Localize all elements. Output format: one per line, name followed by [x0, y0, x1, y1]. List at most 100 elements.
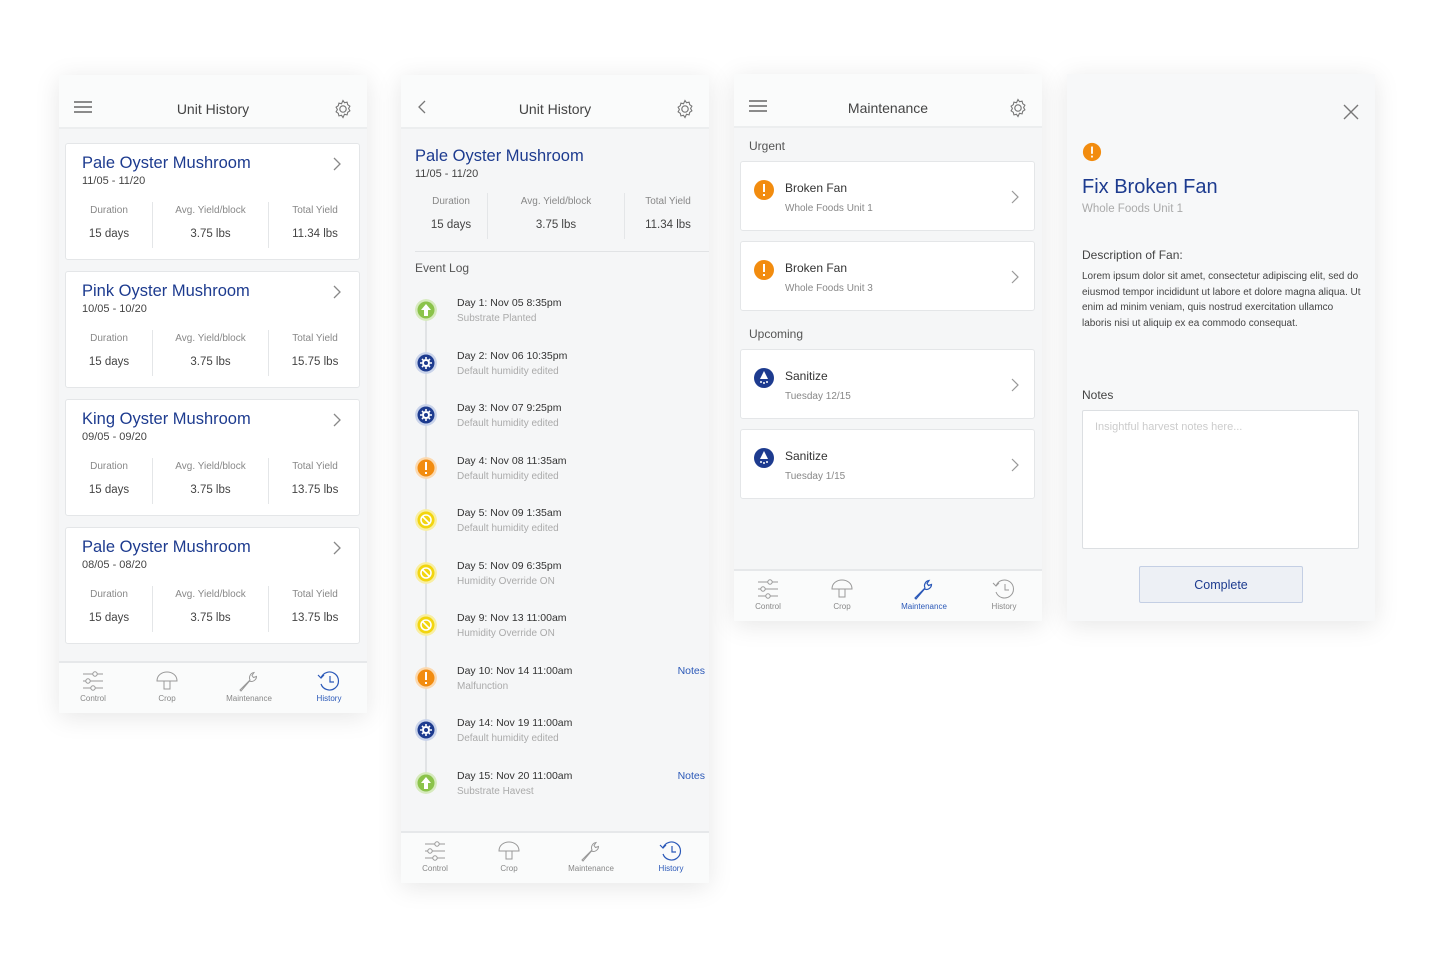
task-location: Whole Foods Unit 1	[785, 203, 873, 214]
header: Unit History	[59, 75, 367, 129]
maintenance-task-card[interactable]: Broken Fan Whole Foods Unit 3	[740, 241, 1035, 311]
maintenance-task-card[interactable]: Sanitize Tuesday 12/15	[740, 349, 1035, 419]
total-yield-label: Total Yield	[645, 196, 691, 207]
maintenance-screen: Maintenance Urgent Broken Fan Whole Food…	[734, 74, 1042, 621]
block-icon	[415, 614, 437, 636]
wrench-icon	[581, 841, 600, 862]
gear-icon[interactable]	[1008, 98, 1028, 118]
duration-value: 15 days	[88, 612, 130, 624]
upcoming-heading: Upcoming	[749, 327, 804, 341]
nav-control[interactable]: Control	[405, 840, 465, 873]
event-title: Day 4: Nov 08 11:35am	[457, 454, 567, 467]
sliders-icon	[83, 671, 103, 691]
crop-dates: 11/05 - 11/20	[415, 168, 479, 180]
task-title: Sanitize	[785, 449, 828, 463]
crop-stats: Duration 15 days Avg. Yield/block 3.75 lbs…	[66, 202, 359, 248]
maintenance-task-card[interactable]: Sanitize Tuesday 1/15	[740, 429, 1035, 499]
complete-button[interactable]: Complete	[1139, 566, 1303, 603]
task-title: Fix Broken Fan	[1082, 176, 1218, 198]
arrow-up-icon	[415, 299, 437, 321]
nav-crop[interactable]: Crop	[137, 670, 197, 703]
maintenance-task-card[interactable]: Broken Fan Whole Foods Unit 1	[740, 161, 1035, 231]
nav-label: Crop	[158, 694, 176, 703]
task-location: Whole Foods Unit 1	[1082, 203, 1183, 215]
crop-history-card[interactable]: Pale Oyster Mushroom 11/05 - 11/20 Durat…	[65, 143, 360, 260]
event-title: Day 3: Nov 07 9:25pm	[457, 402, 562, 414]
crop-name: Pink Oyster Mushroom	[82, 282, 250, 300]
nav-label: Maintenance	[226, 694, 272, 703]
nav-crop[interactable]: Crop	[812, 578, 872, 611]
crop-dates: 09/05 - 09/20	[82, 431, 147, 443]
duration-label: Duration	[90, 461, 128, 472]
task-title: Sanitize	[785, 369, 828, 383]
nav-label: Crop	[833, 602, 851, 611]
nav-maintenance[interactable]: Maintenance	[561, 840, 621, 873]
mushroom-icon	[156, 671, 178, 690]
chevron-right-icon	[1011, 270, 1019, 284]
event-description: Substrate Havest	[457, 785, 534, 797]
mushroom-icon	[498, 841, 520, 860]
event-log-item: Day 1: Nov 05 8:35pm Substrate Planted	[415, 297, 705, 337]
event-title: Day 5: Nov 09 6:35pm	[457, 559, 562, 572]
event-description: Default humidity edited	[457, 418, 559, 429]
arrow-up-icon	[415, 771, 437, 794]
duration-label: Duration	[90, 333, 128, 344]
event-description: Malfunction	[457, 680, 509, 692]
event-log-item: Day 4: Nov 08 11:35am Default humidity ed…	[415, 455, 705, 495]
chevron-right-icon	[333, 541, 341, 555]
crop-name: King Oyster Mushroom	[82, 410, 251, 428]
sanitize-icon	[754, 368, 774, 388]
nav-maintenance[interactable]: Maintenance	[894, 578, 954, 611]
nav-maintenance[interactable]: Maintenance	[219, 670, 279, 703]
event-title: Day 9: Nov 13 11:00am	[457, 612, 567, 624]
avg-yield-label: Avg. Yield/block	[175, 461, 246, 472]
nav-control[interactable]: Control	[738, 578, 798, 611]
notes-link[interactable]: Notes	[678, 770, 705, 782]
close-icon[interactable]	[1343, 104, 1359, 120]
gear-icon[interactable]	[333, 99, 353, 119]
page-title: Maintenance	[847, 100, 929, 116]
crop-name: Pale Oyster Mushroom	[82, 154, 251, 172]
crop-stats: Duration 15 days Avg. Yield/block 3.75 lbs…	[66, 458, 359, 504]
crop-stats: Duration 15 days Avg. Yield/block 3.75 lbs…	[66, 330, 359, 376]
event-description: Humidity Override ON	[457, 575, 555, 587]
notes-heading: Notes	[1082, 388, 1114, 402]
nav-label: Control	[422, 864, 448, 873]
chevron-right-icon	[333, 157, 341, 171]
chevron-right-icon	[1011, 190, 1019, 204]
unit-history-screen: Unit History Pale Oyster Mushroom 11/05 …	[59, 75, 367, 713]
bottom-nav: Control Crop Maintenance History	[401, 831, 709, 883]
total-yield-label: Total Yield	[292, 589, 338, 600]
crop-dates: 11/05 - 11/20	[82, 175, 146, 187]
crop-history-card[interactable]: Pale Oyster Mushroom 08/05 - 08/20 Durat…	[65, 527, 360, 644]
description-text: Lorem ipsum dolor sit amet, consectetur …	[1082, 271, 1361, 329]
event-log-item: Day 10: Nov 14 11:00am Malfunction Notes	[415, 665, 705, 705]
sliders-icon	[425, 841, 445, 861]
crop-name: Pale Oyster Mushroom	[415, 147, 584, 165]
event-log-heading: Event Log	[415, 261, 470, 275]
nav-crop[interactable]: Crop	[479, 840, 539, 873]
crop-name: Pale Oyster Mushroom	[82, 538, 251, 556]
notes-link[interactable]: Notes	[678, 665, 705, 677]
event-log-item: Day 5: Nov 09 1:35am Default humidity edi…	[415, 507, 705, 547]
mushroom-icon	[831, 579, 853, 598]
bottom-nav: Control Crop Maintenance History	[734, 569, 1042, 621]
history-icon	[992, 579, 1014, 599]
chevron-right-icon	[1011, 458, 1019, 472]
crop-history-card[interactable]: King Oyster Mushroom 09/05 - 09/20 Durat…	[65, 399, 360, 516]
nav-history[interactable]: History	[974, 578, 1034, 611]
duration-label: Duration	[90, 589, 128, 600]
crop-history-card[interactable]: Pink Oyster Mushroom 10/05 - 10/20 Durat…	[65, 271, 360, 388]
chevron-right-icon	[333, 285, 341, 299]
nav-history[interactable]: History	[641, 840, 701, 873]
nav-control[interactable]: Control	[63, 670, 123, 703]
notes-input[interactable]	[1082, 410, 1359, 549]
nav-label: Control	[755, 602, 781, 611]
total-yield-label: Total Yield	[292, 461, 338, 472]
gear-icon[interactable]	[675, 99, 695, 119]
total-yield-label: Total Yield	[292, 333, 338, 344]
header: Maintenance	[734, 74, 1042, 128]
event-log-item: Day 14: Nov 19 11:00am Default humidity e…	[415, 717, 705, 757]
nav-history[interactable]: History	[299, 670, 359, 703]
event-title: Day 1: Nov 05 8:35pm	[457, 297, 562, 309]
